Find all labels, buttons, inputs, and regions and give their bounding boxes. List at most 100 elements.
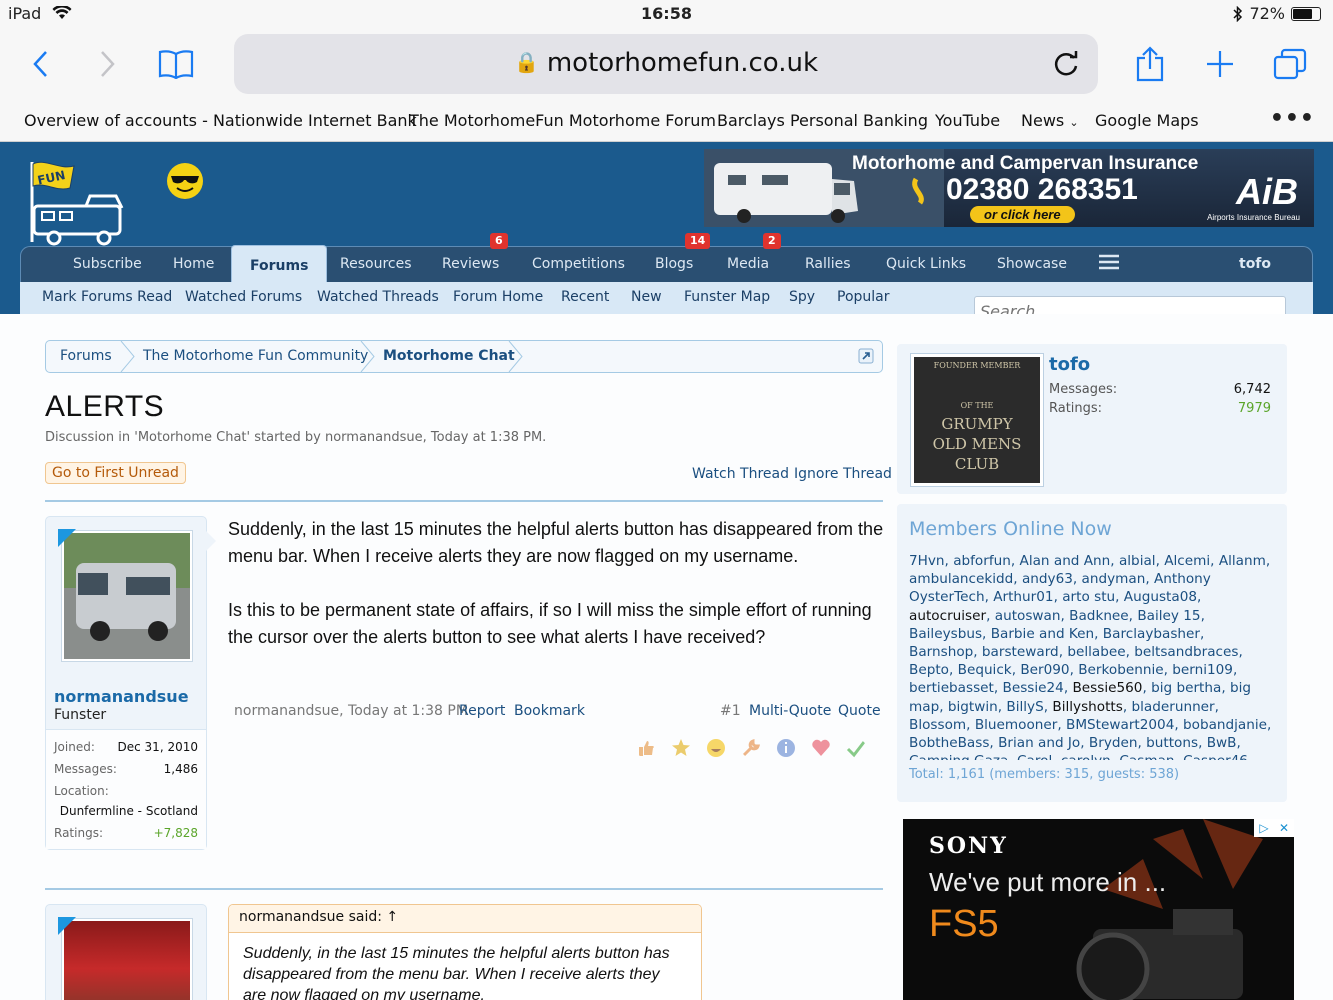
- member-link[interactable]: Alan and Ann: [1020, 553, 1111, 569]
- tab-quick-links[interactable]: Quick Links: [886, 247, 966, 283]
- share-button[interactable]: [1128, 42, 1172, 86]
- member-link[interactable]: 7Hvn: [909, 553, 945, 569]
- tab-competitions[interactable]: Competitions: [532, 247, 625, 283]
- member-link[interactable]: Barbie and Ken: [991, 626, 1094, 642]
- member-link[interactable]: Bessie560: [1072, 680, 1142, 696]
- sony-ad[interactable]: SONY We've put more in ... FS5 ▷ ✕: [903, 819, 1294, 1000]
- breadcrumb-forums[interactable]: Forums: [60, 348, 112, 364]
- tab-rallies[interactable]: Rallies: [805, 247, 851, 283]
- member-link[interactable]: carolyn: [1061, 753, 1111, 760]
- banner-cta[interactable]: or click here: [970, 206, 1075, 223]
- motorhomefun-logo[interactable]: FUN: [24, 156, 134, 248]
- favorite-news-folder[interactable]: News ⌄: [1021, 111, 1079, 130]
- member-link[interactable]: Barclaybasher: [1103, 626, 1200, 642]
- subnav-mark-forums-read[interactable]: Mark Forums Read: [42, 289, 172, 305]
- member-link[interactable]: autoswan: [995, 608, 1061, 624]
- address-bar[interactable]: 🔒 motorhomefun.co.uk: [234, 34, 1098, 94]
- tab-blogs[interactable]: Blogs 14: [655, 233, 711, 283]
- post-number[interactable]: #1: [720, 703, 741, 719]
- heart-icon[interactable]: [811, 738, 831, 758]
- member-link[interactable]: Augusta08: [1124, 589, 1197, 605]
- tab-media[interactable]: Media 2: [727, 233, 781, 283]
- subnav-forum-home[interactable]: Forum Home: [453, 289, 543, 305]
- member-link[interactable]: Barnshop: [909, 644, 973, 660]
- member-link[interactable]: andy63: [1022, 571, 1073, 587]
- member-link[interactable]: Arthur01: [993, 589, 1053, 605]
- subnav-popular[interactable]: Popular: [837, 289, 890, 305]
- new-tab-button[interactable]: [1198, 42, 1242, 86]
- member-link[interactable]: Badknee: [1069, 608, 1129, 624]
- bookmarks-button[interactable]: [154, 42, 198, 86]
- member-link[interactable]: Baileysbus: [909, 626, 982, 642]
- member-link[interactable]: bellabee: [1067, 644, 1125, 660]
- report-link[interactable]: Report: [459, 703, 505, 719]
- member-link[interactable]: Bequick: [958, 662, 1012, 678]
- tab-user-account[interactable]: tofo: [1239, 247, 1271, 283]
- watch-thread-link[interactable]: Watch Thread: [692, 466, 789, 482]
- member-link[interactable]: Alcemi: [1164, 553, 1210, 569]
- member-link[interactable]: bigtwin: [948, 699, 998, 715]
- funny-face-icon[interactable]: [706, 738, 726, 758]
- member-link[interactable]: bladerunner: [1132, 699, 1215, 715]
- member-link[interactable]: Carol: [1017, 753, 1052, 760]
- tab-forums[interactable]: Forums: [231, 245, 328, 285]
- member-link[interactable]: Casper46: [1183, 753, 1248, 760]
- breadcrumb-motorhome-chat[interactable]: Motorhome Chat: [383, 348, 515, 364]
- member-link[interactable]: Casman: [1119, 753, 1174, 760]
- member-link[interactable]: ambulancekidd: [909, 571, 1013, 587]
- subnav-spy[interactable]: Spy: [789, 289, 815, 305]
- favorite-nationwide[interactable]: Overview of accounts - Nationwide Intern…: [24, 111, 417, 130]
- messages-value[interactable]: 1,486: [164, 762, 198, 776]
- member-link[interactable]: Allanm: [1219, 553, 1266, 569]
- member-link[interactable]: abforfun: [953, 553, 1011, 569]
- tab-home[interactable]: Home: [173, 247, 214, 283]
- subnav-watched-threads[interactable]: Watched Threads: [317, 289, 439, 305]
- tab-subscribe[interactable]: Subscribe: [73, 247, 142, 283]
- member-link[interactable]: buttons: [1146, 735, 1198, 751]
- member-link[interactable]: big bertha: [1151, 680, 1221, 696]
- member-link[interactable]: barsteward: [982, 644, 1059, 660]
- go-to-first-unread-button[interactable]: Go to First Unread: [45, 462, 186, 484]
- back-button[interactable]: [18, 42, 62, 86]
- member-link[interactable]: Berkobennie: [1078, 662, 1163, 678]
- member-link[interactable]: Bepto: [909, 662, 949, 678]
- member-link[interactable]: BMStewart2004: [1066, 717, 1174, 733]
- member-link[interactable]: bobandjanie: [1183, 717, 1267, 733]
- reload-icon[interactable]: [1050, 48, 1082, 80]
- avatar[interactable]: [62, 919, 192, 1000]
- visitor-messages-value[interactable]: 6,742: [1234, 382, 1271, 397]
- subnav-new[interactable]: New: [631, 289, 662, 305]
- member-link[interactable]: Bryden: [1089, 735, 1138, 751]
- member-link[interactable]: andyman: [1082, 571, 1146, 587]
- member-link[interactable]: Blossom: [909, 717, 966, 733]
- popout-icon[interactable]: [858, 348, 874, 364]
- subnav-funster-map[interactable]: Funster Map: [684, 289, 770, 305]
- multi-quote-link[interactable]: Multi-Quote: [749, 703, 831, 719]
- favorite-motorhomefun[interactable]: The MotorhomeFun Motorhome Forum: [409, 111, 716, 130]
- member-link[interactable]: Ber090: [1020, 662, 1069, 678]
- forward-button[interactable]: [86, 42, 130, 86]
- insurance-banner-ad[interactable]: Motorhome and Campervan Insurance 02380 …: [704, 149, 1314, 227]
- member-link[interactable]: BobtheBass: [909, 735, 989, 751]
- member-link[interactable]: autocruiser: [909, 608, 986, 624]
- member-link[interactable]: BwB: [1207, 735, 1237, 751]
- member-link[interactable]: albial: [1119, 553, 1156, 569]
- post-username[interactable]: normanandsue: [54, 687, 189, 706]
- close-ad-icon[interactable]: ✕: [1274, 819, 1294, 837]
- avatar[interactable]: [62, 531, 192, 661]
- member-link[interactable]: Bluemooner: [975, 717, 1058, 733]
- tab-reviews[interactable]: Reviews 6: [442, 233, 508, 283]
- tabs-button[interactable]: [1268, 42, 1312, 86]
- thumbs-up-icon[interactable]: [636, 738, 656, 758]
- subnav-recent[interactable]: Recent: [561, 289, 609, 305]
- members-online-title[interactable]: Members Online Now: [909, 518, 1112, 540]
- visitor-username[interactable]: tofo: [1049, 354, 1090, 375]
- more-icon[interactable]: •••: [1270, 106, 1315, 131]
- spanner-icon[interactable]: [741, 738, 761, 758]
- post-meta[interactable]: normanandsue, Today at 1:38 PM: [234, 703, 468, 719]
- tab-resources[interactable]: Resources: [340, 247, 412, 283]
- hamburger-menu-icon[interactable]: [1098, 247, 1120, 283]
- ignore-thread-link[interactable]: Ignore Thread: [794, 466, 892, 482]
- url-display[interactable]: 🔒 motorhomefun.co.uk: [234, 48, 1098, 78]
- favorite-youtube[interactable]: YouTube: [935, 111, 1000, 130]
